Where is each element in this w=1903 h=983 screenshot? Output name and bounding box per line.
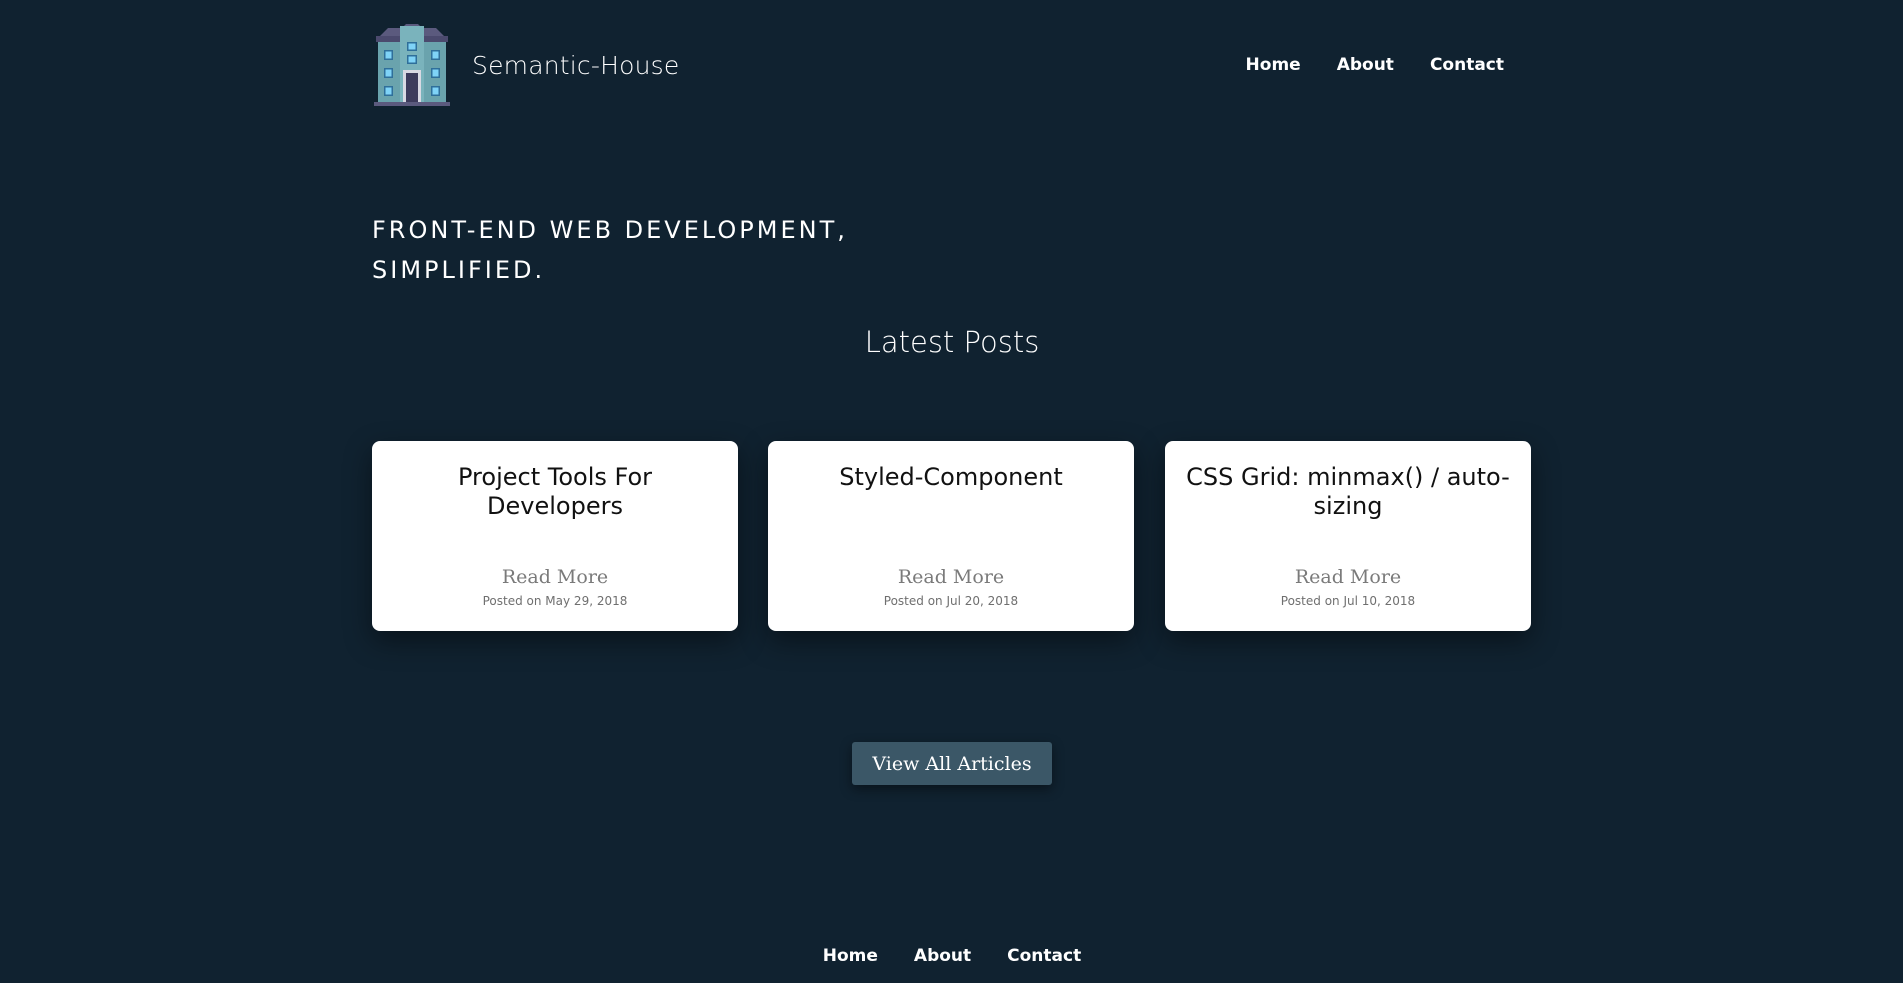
- footer-about-link[interactable]: About: [914, 946, 971, 966]
- post-title: Project Tools For Developers: [458, 463, 652, 520]
- hero-tagline: Front-End Web Development, Simplified.: [372, 210, 932, 290]
- footer-nav: Home About Contact: [372, 943, 1532, 969]
- post-date: Posted on Jul 20, 2018: [883, 594, 1019, 608]
- footer-home-link[interactable]: Home: [823, 946, 878, 966]
- latest-posts-title: Latest Posts: [864, 325, 1040, 359]
- hero-line-1: Front-End Web Development,: [372, 216, 848, 244]
- nav-about-link[interactable]: About: [1337, 55, 1394, 75]
- brand-link[interactable]: Semantic-House: [372, 24, 679, 106]
- post-date: Posted on May 29, 2018: [482, 594, 628, 608]
- read-more-link[interactable]: Read More: [1165, 566, 1531, 588]
- post-cards: Project Tools For Developers Read More P…: [372, 441, 1532, 631]
- brand-name: Semantic-House: [472, 50, 680, 80]
- nav-contact-link[interactable]: Contact: [1430, 55, 1504, 75]
- post-card: CSS Grid: minmax() / auto-sizing Read Mo…: [1165, 441, 1531, 631]
- page-container: Semantic-House Home About Contact Front-…: [372, 0, 1532, 983]
- read-more-link[interactable]: Read More: [768, 566, 1134, 588]
- house-icon: [374, 24, 450, 106]
- hero-line-2: Simplified.: [372, 256, 546, 284]
- view-all-articles-button[interactable]: View All Articles: [852, 742, 1052, 785]
- main-nav: Home About Contact: [1246, 24, 1532, 106]
- nav-home-link[interactable]: Home: [1246, 55, 1301, 75]
- post-title: CSS Grid: minmax() / auto-sizing: [1186, 463, 1510, 520]
- site-header: Semantic-House Home About Contact: [372, 24, 1532, 106]
- post-card: Styled-Component Read More Posted on Jul…: [768, 441, 1134, 631]
- read-more-link[interactable]: Read More: [372, 566, 738, 588]
- post-title: Styled-Component: [839, 463, 1063, 491]
- post-date: Posted on Jul 10, 2018: [1280, 594, 1416, 608]
- footer-contact-link[interactable]: Contact: [1007, 946, 1081, 966]
- post-card: Project Tools For Developers Read More P…: [372, 441, 738, 631]
